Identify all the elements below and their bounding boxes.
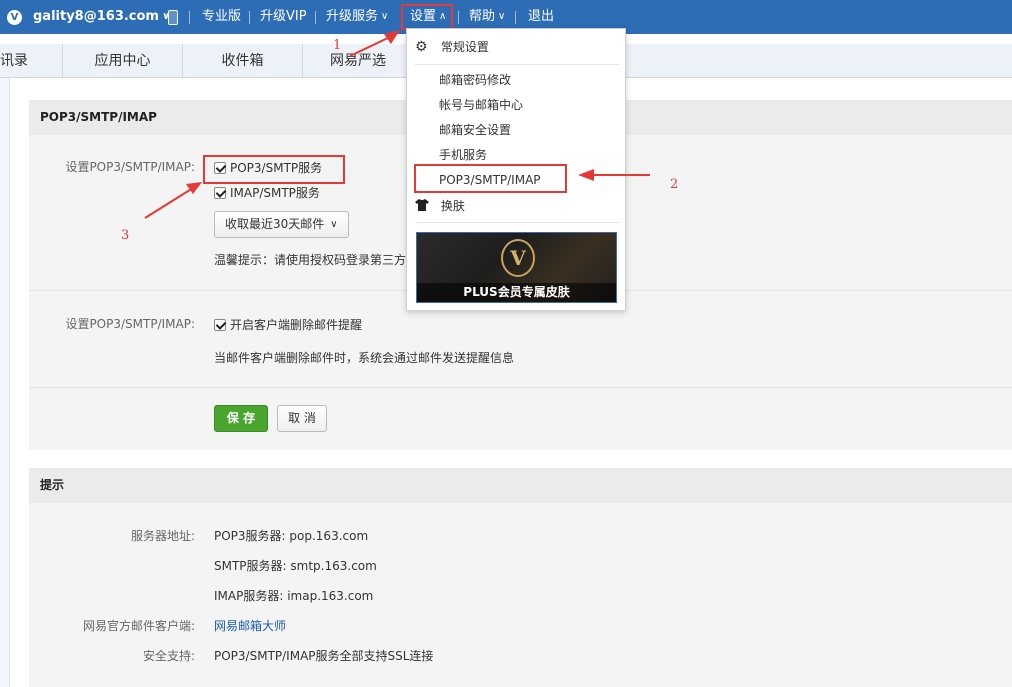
imap-server-value: IMAP服务器: imap.163.com: [214, 589, 374, 603]
tab-app-center[interactable]: 应用中心: [63, 44, 183, 78]
menu-divider: [415, 64, 619, 65]
pop-setting-label: 设置POP3/SMTP/IMAP:: [65, 160, 195, 174]
imap-service-label[interactable]: IMAP/SMTP服务: [230, 184, 320, 201]
tshirt-icon: [415, 196, 431, 211]
separator: [249, 11, 250, 24]
upgrade-service-menu[interactable]: 升级服务 ∨: [326, 0, 388, 34]
separator: [315, 11, 316, 24]
mobile-phone-icon[interactable]: [168, 10, 178, 25]
delete-notice-checkbox[interactable]: [214, 319, 226, 331]
delete-notice-label[interactable]: 开启客户端删除邮件提醒: [230, 316, 362, 333]
server-address-label: 服务器地址:: [130, 529, 195, 543]
menu-item-account-center[interactable]: 帐号与邮箱中心: [407, 94, 625, 116]
receive-range-value: 收取最近30天邮件: [225, 217, 325, 231]
tab-inbox[interactable]: 收件箱: [183, 44, 303, 78]
tab-contacts[interactable]: 讯录: [0, 44, 63, 78]
cancel-button[interactable]: 取 消: [277, 405, 327, 432]
save-button[interactable]: 保 存: [214, 405, 268, 432]
menu-item-label: 换肤: [440, 199, 465, 213]
menu-item-password[interactable]: 邮箱密码修改: [407, 69, 625, 91]
ssl-support-label: 安全支持:: [142, 649, 195, 663]
hint-panel: 提示 服务器地址: POP3服务器: pop.163.com SMTP服务器: …: [29, 468, 1012, 687]
separator: [515, 11, 516, 24]
annotation-box-pop-service: [203, 155, 345, 184]
account-email: gality8@163.com: [33, 9, 159, 24]
separator: [189, 11, 190, 24]
delete-notice-description: 当邮件客户端删除邮件时，系统会通过邮件发送提醒信息: [214, 351, 515, 365]
menu-divider: [415, 222, 619, 223]
menu-item-mobile[interactable]: 手机服务: [407, 144, 625, 166]
plus-skin-banner[interactable]: V PLUS会员专属皮肤: [416, 232, 617, 303]
auth-code-tip: 温馨提示：请使用授权码登录第三方: [214, 253, 407, 267]
account-menu[interactable]: gality8@163.com ∨: [33, 0, 170, 34]
help-label: 帮助: [469, 9, 496, 24]
upgrade-service-label: 升级服务: [326, 9, 379, 24]
left-sidebar-strip: [0, 78, 10, 687]
upgrade-vip-link[interactable]: 升级VIP: [260, 0, 307, 34]
menu-item-label: 常规设置: [440, 40, 489, 54]
pro-version-link[interactable]: 专业版: [202, 0, 241, 34]
official-client-label: 网易官方邮件客户端:: [82, 619, 195, 633]
annotation-number-3: 3: [121, 228, 130, 243]
imap-service-checkbox[interactable]: [214, 187, 226, 199]
user-avatar-icon: V: [7, 10, 22, 25]
separator: [458, 11, 459, 24]
ssl-support-value: POP3/SMTP/IMAP服务全部支持SSL连接: [214, 649, 434, 663]
smtp-server-value: SMTP服务器: smtp.163.com: [214, 559, 377, 573]
tab-yanxuan[interactable]: 网易严选: [303, 44, 413, 78]
mail-master-link[interactable]: 网易邮箱大师: [214, 617, 286, 634]
menu-item-general-settings[interactable]: ⚙ 常规设置: [407, 36, 625, 58]
gear-icon: ⚙: [415, 39, 428, 55]
annotation-box-pop-menu-item: [414, 164, 567, 193]
annotation-number-1: 1: [333, 38, 342, 53]
annotation-number-2: 2: [670, 177, 679, 192]
chevron-down-icon: ∨: [381, 11, 389, 22]
divider: [29, 387, 1012, 388]
chevron-down-icon: ∨: [330, 219, 338, 230]
menu-item-security[interactable]: 邮箱安全设置: [407, 119, 625, 141]
receive-range-select[interactable]: 收取最近30天邮件 ∨: [214, 211, 349, 238]
panel-title: 提示: [29, 468, 1012, 503]
plus-banner-label: PLUS会员专属皮肤: [417, 283, 616, 302]
delete-notice-setting-label: 设置POP3/SMTP/IMAP:: [65, 317, 195, 331]
annotation-box-settings: [401, 4, 453, 30]
menu-item-skin[interactable]: 换肤: [407, 195, 625, 217]
pop-server-value: POP3服务器: pop.163.com: [214, 529, 369, 543]
plus-v-badge-icon: V: [501, 239, 535, 277]
